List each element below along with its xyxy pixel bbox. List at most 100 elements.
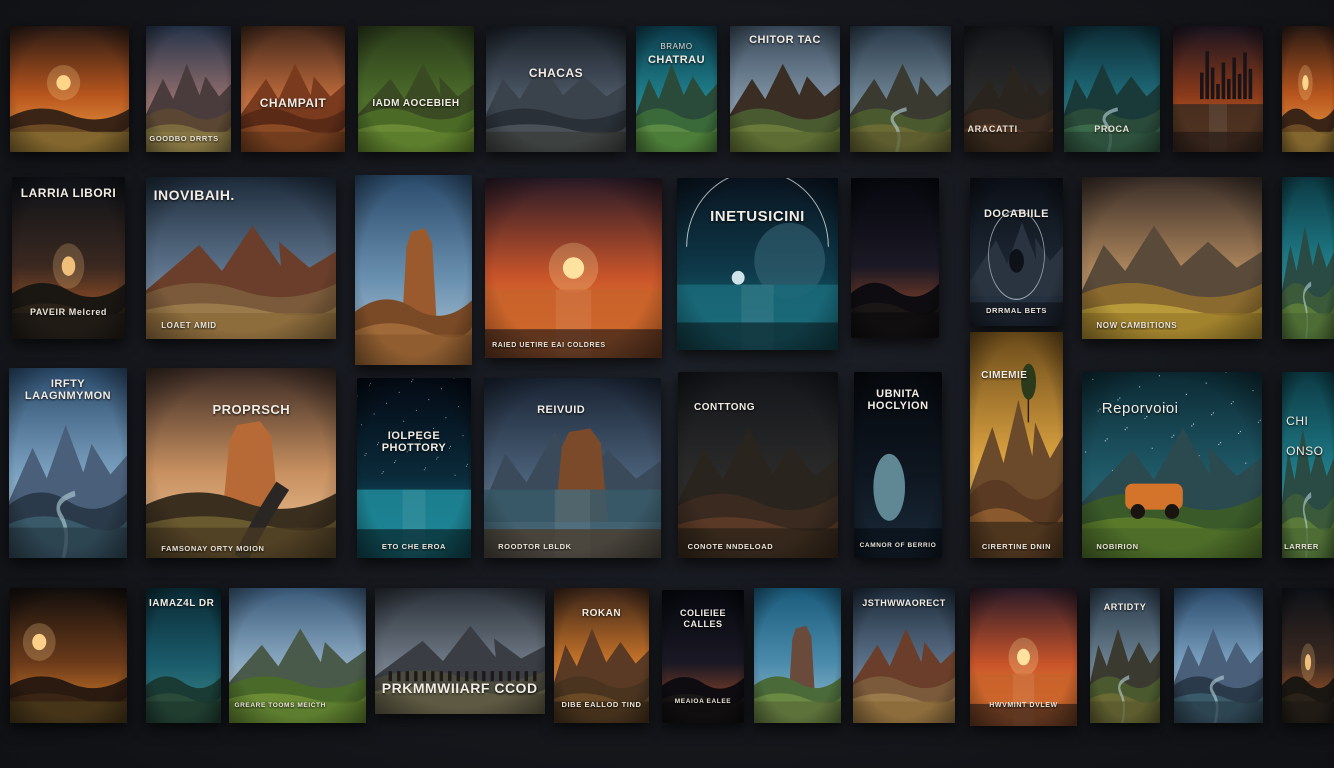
poster-r4c3[interactable]: GREARE TOOMS MEICTH [229,588,366,723]
poster-caption: CONOTE NNDELOAD [687,542,774,551]
poster-caption: PROCA [1094,124,1130,134]
poster-r4c12[interactable] [1282,588,1334,723]
landscape-art [678,372,838,558]
poster-title: INOVIBAIH. [153,187,235,203]
poster-r2c9[interactable] [1282,177,1334,339]
poster-caption: MEAIOA EALEE [674,698,732,705]
poster-r3c6[interactable]: UBNITA HOCLYION CAMNOR OF BERRIO [854,372,942,558]
poster-r1c8[interactable] [850,26,951,152]
poster-r3c3[interactable]: IOLPEGE PHOTTORY ETO CHE EROA [357,378,471,558]
landscape-art [358,26,474,152]
poster-caption: DRRMAL BETS [985,306,1048,315]
poster-r1c4[interactable]: IADM AOCEBIEH [358,26,474,152]
poster-r4c4[interactable]: PRKMMWIIARF CCODOU [375,588,545,714]
poster-title: CHI ONSO [1286,414,1324,458]
poster-caption: NOBIRION [1096,542,1139,551]
poster-r4c5[interactable]: ROKAN DIBE EALLOD TIND [554,588,649,723]
poster-caption: LARRER [1284,542,1319,551]
landscape-art [853,588,955,723]
poster-caption: NOW CAMBITIONS [1096,321,1178,330]
poster-title: IAMAZ4L DR [149,598,215,609]
poster-r2c4[interactable]: RAIED UETIRE EAI COLDRES [485,178,662,358]
poster-title: CIMEMIE [981,370,1028,381]
poster-title: ROKAN [581,608,622,619]
landscape-art [1082,177,1262,339]
poster-caption: DIBE EALLOD TIND [561,700,642,709]
poster-title: PROPRSCH [212,402,291,417]
poster-r1c6[interactable]: BRAMO CHATRAU [636,26,717,152]
landscape-art [10,588,127,723]
poster-r4c10[interactable]: ARTIDTY [1090,588,1160,723]
landscape-art [486,26,626,152]
poster-r2c5[interactable]: INETUSICINI [677,178,838,350]
landscape-art [357,378,471,558]
poster-title: IADM AOCEBIEH [372,98,460,109]
landscape-art [241,26,345,152]
poster-title: CONTTONG [694,402,756,413]
poster-r1c11[interactable] [1173,26,1263,152]
landscape-art [146,368,336,558]
poster-r3c1[interactable]: IRFTY LAAGNMYMON [9,368,127,558]
landscape-art [851,178,939,338]
poster-r4c1[interactable] [10,588,127,723]
poster-r4c7[interactable] [754,588,841,723]
poster-r2c8[interactable]: NOW CAMBITIONS [1082,177,1262,339]
landscape-art [970,332,1063,558]
poster-r2c2[interactable]: INOVIBAIH. LOAET AMID [146,177,336,339]
poster-r3c4[interactable]: REIVUID ROODTOR LBLDK [484,378,661,558]
poster-caption: PAVEIR Melcred [29,307,108,317]
poster-title: CHACAS [528,66,584,80]
poster-caption: CIRERTINE DNIN [981,542,1052,551]
landscape-art [1174,588,1263,723]
poster-r3c7[interactable]: CIMEMIE CIRERTINE DNIN [970,332,1063,558]
landscape-art [1282,177,1334,339]
poster-caption: ROODTOR LBLDK [498,542,572,551]
poster-r1c7[interactable]: CHITOR TAC [730,26,840,152]
poster-r1c12[interactable] [1282,26,1334,152]
poster-title: JSTHWWAORECT [862,598,946,608]
poster-r2c6[interactable] [851,178,939,338]
poster-title: UBNITA HOCLYION [867,388,929,412]
poster-caption: GREARE TOOMS MEICTH [234,702,326,709]
poster-title: REIVUID [537,404,586,416]
landscape-art [1173,26,1263,152]
poster-r3c8[interactable]: Reporvoioi NOBIRION [1082,372,1262,558]
poster-title: IOLPEGE PHOTTORY [381,430,447,454]
poster-r1c2[interactable]: GOODBO DRRTS [146,26,231,152]
poster-caption: RAIED UETIRE EAI COLDRES [492,342,606,349]
poster-r1c9[interactable]: ARACATTI [964,26,1053,152]
poster-title: LARRIA LIBORI [20,187,117,200]
poster-caption: ETO CHE EROA [381,542,447,551]
poster-r2c3[interactable] [355,175,472,365]
landscape-art [1282,26,1334,152]
poster-title: CHITOR TAC [749,34,821,46]
poster-r1c5[interactable]: CHACAS [486,26,626,152]
poster-r4c2[interactable]: IAMAZ4L DR [146,588,221,723]
landscape-art [485,178,662,358]
poster-r4c8[interactable]: JSTHWWAORECT [853,588,955,723]
poster-title: COLIEIEE CALLES [679,608,726,629]
landscape-art [970,178,1063,326]
poster-r2c1[interactable]: LARRIA LIBORI PAVEIR Melcred [12,177,125,339]
poster-r1c3[interactable]: CHAMPAIT [241,26,345,152]
poster-subtitle: BRAMO [660,42,693,51]
poster-r4c6[interactable]: COLIEIEE CALLES MEAIOA EALEE [662,590,744,723]
poster-title: ARTIDTY [1103,602,1147,612]
poster-r1c10[interactable]: PROCA [1064,26,1160,152]
landscape-art [1282,588,1334,723]
poster-r4c9[interactable]: HWVMINT DVLEW [970,588,1077,726]
poster-r1c1[interactable] [10,26,129,152]
poster-r4c11[interactable] [1174,588,1263,723]
poster-r3c9[interactable]: CHI ONSO LARRER [1282,372,1334,558]
poster-caption: FAMSONAY ORTY MOION [161,544,265,553]
poster-r2c7[interactable]: DOCABIILE DRRMAL BETS [970,178,1063,326]
poster-title: Reporvoioi [1101,400,1179,417]
poster-r3c5[interactable]: CONTTONG CONOTE NNDELOAD [678,372,838,558]
landscape-art [355,175,472,365]
poster-title: IRFTY LAAGNMYMON [24,378,112,402]
poster-r3c2[interactable]: PROPRSCH FAMSONAY ORTY MOION [146,368,336,558]
landscape-art [677,178,838,350]
poster-caption: CAMNOR OF BERRIO [859,542,937,549]
poster-caption: LOAET AMID [161,321,217,330]
poster-wall: GOODBO DRRTS CHAMPAIT IADM AOCEBIEH CHAC… [0,0,1334,768]
